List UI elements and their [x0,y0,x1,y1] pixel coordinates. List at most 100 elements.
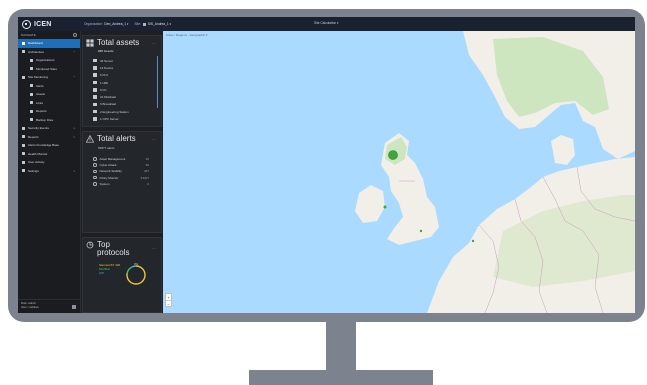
alert-category-label: Asset Management [99,157,126,161]
alert-category-row[interactable]: Asset Management 16 [93,156,149,162]
hmi-icon [93,80,97,85]
site-marker-small[interactable] [419,229,423,233]
sidebar-item-label: Site Monitoring [28,75,49,80]
sidebar-item-monitored-sites[interactable]: Monitored Sites [18,65,80,74]
assets-scrollbar[interactable] [156,56,158,108]
sidebar-item-organizations[interactable]: Organizations [18,56,80,65]
asset-type-row[interactable]: 6 PLC [93,72,108,79]
sidebar-collapse-icon[interactable] [73,33,77,37]
logo-icon [22,19,31,29]
sidebar-item-label: Dashboard [28,41,43,46]
sidebar-item-settings[interactable]: Settings v [18,167,80,176]
asset-type-label: 2 Engineering Station [100,109,129,114]
asset-type-label: 1 HMI [100,80,109,85]
link-icon [30,101,33,105]
building-icon [30,58,33,62]
server-icon [93,58,97,63]
asset-type-row[interactable]: 46 Server [93,57,113,64]
asset-type-row[interactable]: 1 OPC Server [93,115,119,122]
site-marker[interactable] [388,150,398,160]
sidebar-item-user-activity[interactable]: User Activity [18,158,80,167]
alert-category-count: 407 [143,169,149,174]
alert-category-icon [93,182,97,186]
sidebar-item-health-monitor[interactable]: Health Monitor [18,150,80,159]
site-selector[interactable]: Site: SIS_Andrea_1 ▾ [135,22,172,26]
site-calculation-dropdown[interactable]: Site Calculation ▾ [314,21,339,25]
app-screen: ICEN Organization: Cien_Andrea_1 ▾ Site:… [18,17,635,313]
alert-category-row[interactable]: Policy Monitor 53407 [93,175,149,181]
alert-category-row[interactable]: Cyber Attack 30 [93,162,149,168]
plc-icon [93,73,97,77]
sidebar-item-reports[interactable]: Reports v [18,133,80,142]
site-map[interactable]: Cities / Regions - Geographic ▾ + − [163,31,635,313]
sidebar: NAVIGATE Dashboard Architecture ^ Organizat… [18,31,81,313]
assets-more-button[interactable]: ⋯ [152,41,156,46]
alert-category-row[interactable]: System 0 [93,181,149,187]
asset-type-row[interactable]: 6 I/O [93,86,107,93]
io-icon [93,88,97,92]
shield-icon [22,126,25,130]
logout-icon[interactable] [72,305,76,309]
land-ireland [355,185,385,223]
sidebar-item-label: Security Events [28,126,49,131]
sidebar-item-alerts-knowledge-base[interactable]: Alerts Knowledge Base [18,141,80,150]
asset-type-row[interactable]: 31 Multicast [93,94,116,101]
broadcast-icon [93,102,97,107]
sidebar-item-backup-files[interactable]: Backup Files [18,116,80,125]
organization-selector[interactable]: Organization: Cien_Andrea_1 ▾ [84,22,129,26]
chevron-icon[interactable]: v [74,169,76,173]
chevron-icon[interactable]: ^ [74,50,75,54]
chevron-icon[interactable]: v [74,126,76,130]
zoom-out-button[interactable]: − [166,301,171,308]
alert-icon [30,84,33,88]
sidebar-item-label: Monitored Sites [36,66,57,71]
top-protocols-card: Top protocols ⋯ SiemensS7 400 ModBus CIP 0… [82,237,162,313]
protocol-legend-item: CIP [99,270,105,275]
sidebar-item-alerts[interactable]: Alerts [18,82,80,91]
sidebar-item-site-monitoring[interactable]: Site Monitoring ^ [18,73,80,82]
asset-type-row[interactable]: 2 Engineering Station [93,108,129,115]
sidebar-item-dashboard[interactable]: Dashboard [18,39,80,48]
report-icon [22,135,25,139]
sidebar-item-label: Alerts Knowledge Base [28,143,60,148]
chevron-icon[interactable]: v [74,135,76,139]
health-icon [22,152,25,156]
asset-type-row[interactable]: 12 Device [93,64,113,71]
sidebar-item-label: Architecture [28,49,45,54]
server-icon [30,92,33,96]
alert-category-label: Cyber Attack [99,163,117,168]
site-marker-small[interactable] [383,205,387,209]
sidebar-item-label: Settings [28,168,39,173]
alerts-count: 53877 alerts [98,146,115,150]
alert-category-label: Network Stability [99,169,122,174]
asset-type-label: 6 Broadcast [100,102,117,107]
opc-icon [93,117,97,121]
gear-icon [22,169,25,173]
asset-type-label: 46 Server [100,58,114,63]
sidebar-item-reports[interactable]: Reports [18,107,80,116]
zoom-in-button[interactable]: + [166,294,171,301]
site-label: Site: [134,22,141,26]
sidebar-item-architecture[interactable]: Architecture ^ [18,48,80,57]
alerts-more-button[interactable]: ⋯ [152,137,156,142]
site-marker-small[interactable] [471,239,475,243]
total-assets-card: Total assets ⋯ 935 Assets 46 Server 12 De… [82,35,162,127]
chevron-icon[interactable]: ^ [74,75,75,79]
alert-category-row[interactable]: Network Stability 407 [93,168,149,174]
sidebar-item-assets[interactable]: Assets [18,90,80,99]
asset-type-row[interactable]: 1 HMI [93,79,108,86]
app-logo[interactable]: ICEN [18,19,82,29]
sidebar-nav: Dashboard Architecture ^ Organizations Monit… [18,39,80,175]
asset-type-row[interactable]: 6 Broadcast [93,101,116,108]
map-breadcrumb[interactable]: Cities / Regions - Geographic ▾ [166,33,208,37]
organization-label: Organization: [84,22,103,26]
total-alerts-card: Total alerts ⋯ 53877 alerts Asset Manage… [82,131,162,233]
alert-category-label: Policy Monitor [99,175,119,180]
sidebar-item-security-events[interactable]: Security Events v [18,124,80,133]
protocols-more-button[interactable]: ⋯ [152,246,156,251]
sidebar-item-label: Assets [36,92,46,97]
sidebar-header: NAVIGATE [18,31,80,39]
alert-category-icon [93,157,97,161]
sidebar-item-label: Reports [36,109,47,114]
sidebar-item-links[interactable]: Links [18,99,80,108]
